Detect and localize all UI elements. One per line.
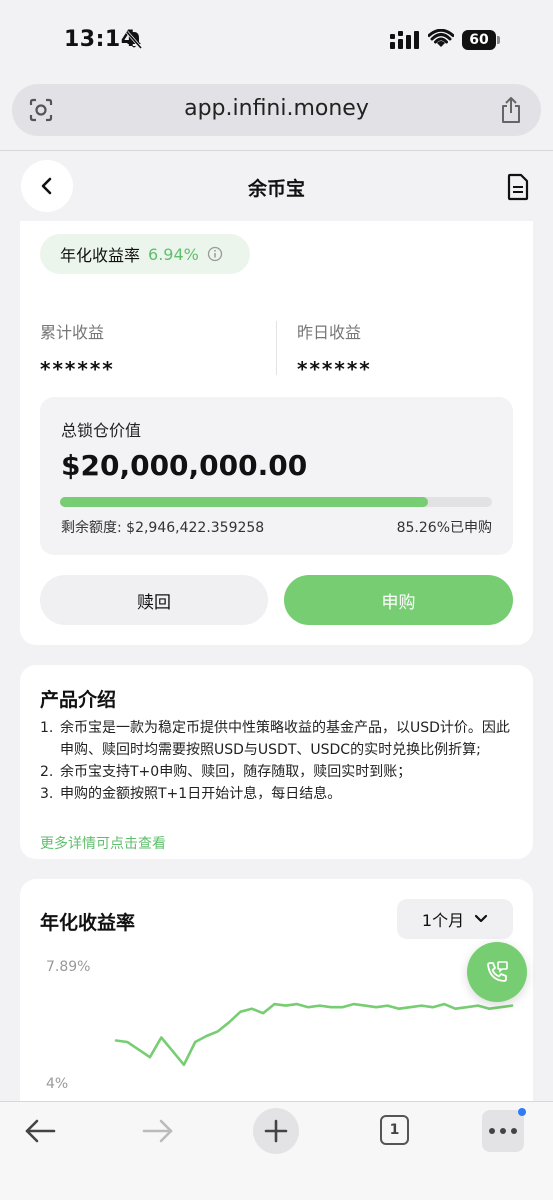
tvl-box: 总锁仓价值 $20,000,000.00 剩余额度: $2,946,422.35… <box>40 397 513 555</box>
back-arrow-icon[interactable] <box>24 1118 56 1148</box>
subscribe-button[interactable]: 申购 <box>284 575 513 625</box>
tabs-button[interactable]: 1 <box>380 1115 409 1145</box>
share-icon[interactable] <box>499 96 523 128</box>
more-details-link[interactable]: 更多详情可点击查看 <box>40 833 166 853</box>
signal-icon <box>390 31 420 53</box>
list-item-text: 申购的金额按照T+1日开始计息，每日结息。 <box>60 786 342 802</box>
remaining-quota: 剩余额度: $2,946,422.359258 <box>61 520 265 536</box>
intro-title: 产品介绍 <box>40 689 117 711</box>
apy-label: 年化收益率 <box>60 246 141 265</box>
yesterday-earnings: 昨日收益 ****** <box>297 319 372 381</box>
document-icon[interactable] <box>507 173 529 205</box>
intro-list: 1. 余币宝是一款为稳定币提供中性策略收益的基金产品，以USD计价。因此申购、赎… <box>40 717 518 805</box>
phone-chat-icon <box>487 961 508 982</box>
browser-toolbar: 1 <box>0 1101 553 1200</box>
url-text[interactable]: app.infini.money <box>12 96 541 121</box>
subscribed-percent: 85.26%已申购 <box>396 520 492 536</box>
battery-cap <box>497 36 500 44</box>
redeem-button[interactable]: 赎回 <box>40 575 268 625</box>
list-item-text: 余币宝支持T+0申购、赎回，随存随取，赎回实时到账； <box>60 764 412 780</box>
list-item-number: 2. <box>40 764 54 780</box>
tvl-label: 总锁仓价值 <box>61 421 142 440</box>
range-select-value: 1个月 <box>421 911 465 930</box>
chart-title: 年化收益率 <box>40 912 136 934</box>
status-bar: 13:14 60 <box>0 0 553 80</box>
subscription-progress-fill <box>60 497 429 507</box>
info-icon[interactable] <box>207 246 223 262</box>
apy-line-chart: 7.89% 4% <box>46 959 514 1092</box>
cumulative-earnings-value: ****** <box>40 357 115 381</box>
forward-arrow-icon[interactable] <box>142 1118 174 1148</box>
bell-muted-icon <box>124 30 144 54</box>
list-item-number: 1. <box>40 720 54 736</box>
tvl-value: $20,000,000.00 <box>61 449 308 482</box>
cumulative-earnings-label: 累计收益 <box>40 323 105 342</box>
list-item: 1. 余币宝是一款为稳定币提供中性策略收益的基金产品，以USD计价。因此申购、赎… <box>40 717 518 761</box>
stat-divider <box>276 321 277 375</box>
apy-chart-card: 年化收益率 1个月 7.89% 4% <box>20 879 533 1101</box>
product-summary-card: 年化收益率 6.94% 累计收益 ****** 昨日收益 ****** 总锁仓价… <box>20 221 533 645</box>
chevron-down-icon <box>474 914 488 923</box>
nav-header: 余币宝 <box>0 151 553 221</box>
list-item: 3. 申购的金额按照T+1日开始计息，每日结息。 <box>40 783 518 805</box>
range-select[interactable]: 1个月 <box>397 899 513 939</box>
url-bar[interactable]: app.infini.money <box>12 84 541 136</box>
apy-pill: 年化收益率 6.94% <box>40 234 250 274</box>
yesterday-earnings-label: 昨日收益 <box>297 323 362 342</box>
new-tab-button[interactable] <box>253 1108 299 1154</box>
list-item-text: 余币宝是一款为稳定币提供中性策略收益的基金产品，以USD计价。因此申购、赎回时均… <box>60 720 510 758</box>
yesterday-earnings-value: ****** <box>297 357 372 381</box>
more-dots-icon <box>489 1128 517 1134</box>
series-line <box>114 1002 514 1067</box>
cumulative-earnings: 累计收益 ****** <box>40 319 115 381</box>
apy-value: 6.94% <box>148 244 199 264</box>
y-tick-label: 7.89% <box>46 959 90 975</box>
page-title: 余币宝 <box>247 178 305 200</box>
product-intro-card: 产品介绍 1. 余币宝是一款为稳定币提供中性策略收益的基金产品，以USD计价。因… <box>20 665 533 859</box>
customer-service-button[interactable] <box>467 942 527 1002</box>
list-item-number: 3. <box>40 786 54 802</box>
y-tick-label: 4% <box>46 1076 68 1092</box>
subscription-progress-bar <box>60 497 492 507</box>
wifi-icon <box>427 28 455 53</box>
battery-indicator: 60 <box>462 30 496 50</box>
notification-dot <box>518 1108 526 1116</box>
plus-icon <box>264 1119 288 1143</box>
list-item: 2. 余币宝支持T+0申购、赎回，随存随取，赎回实时到账； <box>40 761 518 783</box>
more-menu-button[interactable] <box>482 1110 524 1152</box>
